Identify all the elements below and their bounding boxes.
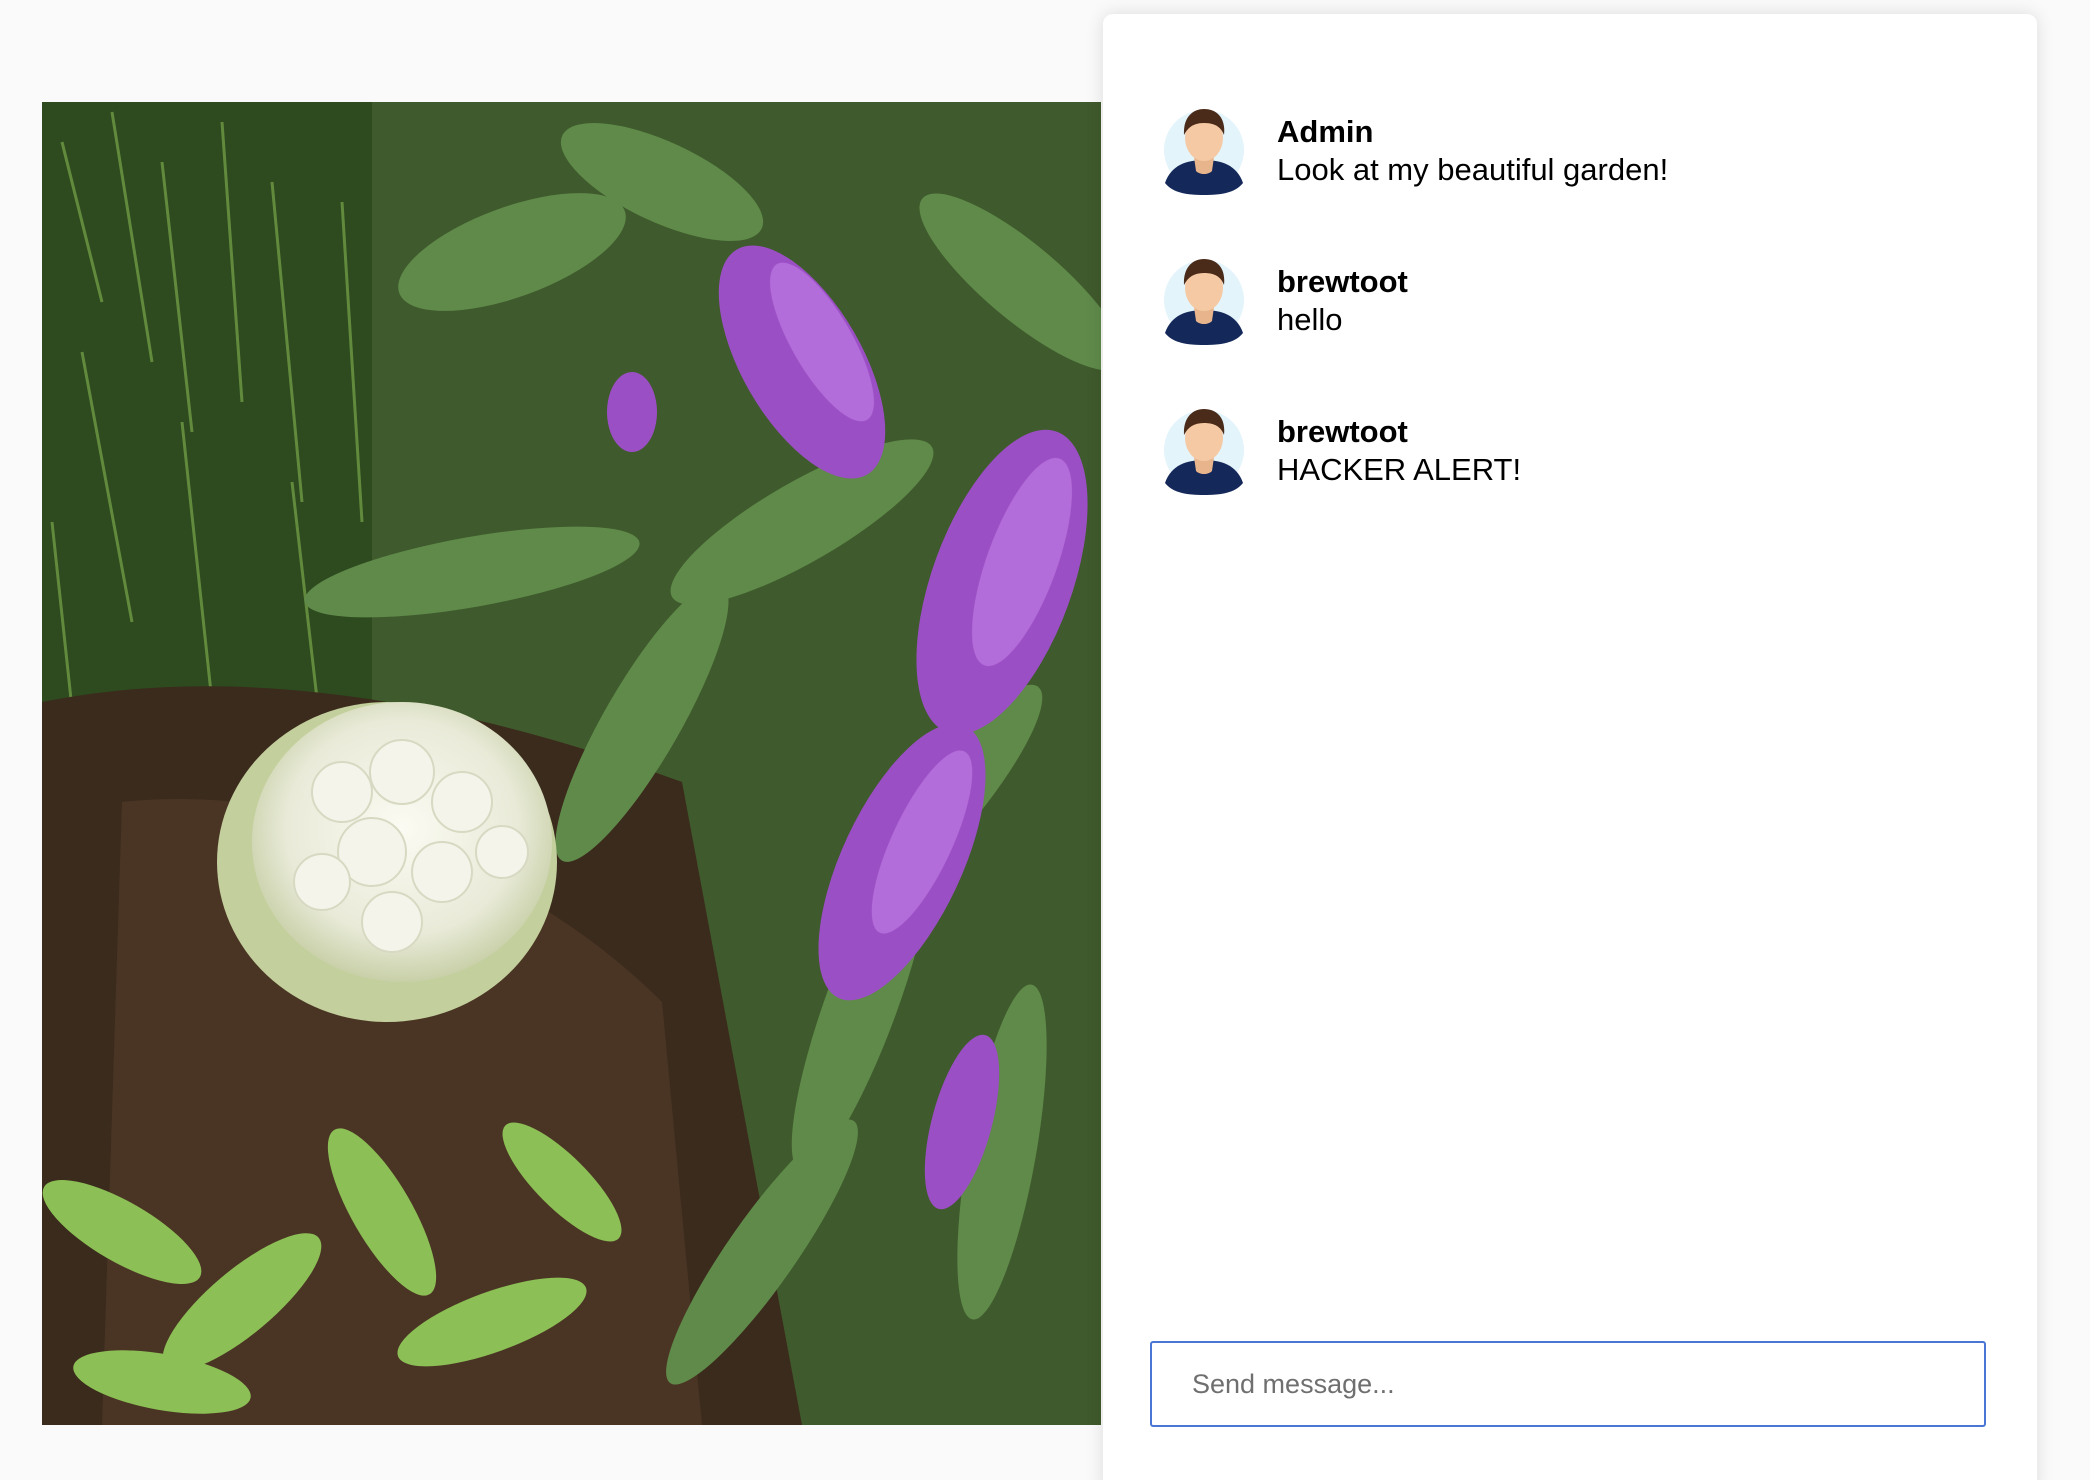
message-body: brewtoot HACKER ALERT! [1277,413,1521,489]
message-author: brewtoot [1277,414,1408,449]
message-item: brewtoot hello [1163,251,1997,401]
message-body: brewtoot hello [1277,263,1408,339]
message-item: brewtoot HACKER ALERT! [1163,401,1997,551]
user-avatar-icon [1163,405,1245,495]
message-list: Admin Look at my beautiful garden! brewt… [1163,101,1997,551]
user-avatar-icon [1163,105,1245,195]
message-text: hello [1277,302,1343,337]
message-text: Look at my beautiful garden! [1277,152,1669,187]
message-item: Admin Look at my beautiful garden! [1163,101,1997,251]
message-body: Admin Look at my beautiful garden! [1277,113,1668,189]
send-message-input[interactable] [1150,1341,1986,1427]
garden-photo-image [42,102,1101,1425]
message-author: brewtoot [1277,264,1408,299]
garden-photo [42,102,1101,1425]
page: Admin Look at my beautiful garden! brewt… [0,0,2090,1480]
chat-panel: Admin Look at my beautiful garden! brewt… [1103,14,2037,1480]
user-avatar-icon [1163,255,1245,345]
message-text: HACKER ALERT! [1277,452,1522,487]
message-author: Admin [1277,114,1374,149]
